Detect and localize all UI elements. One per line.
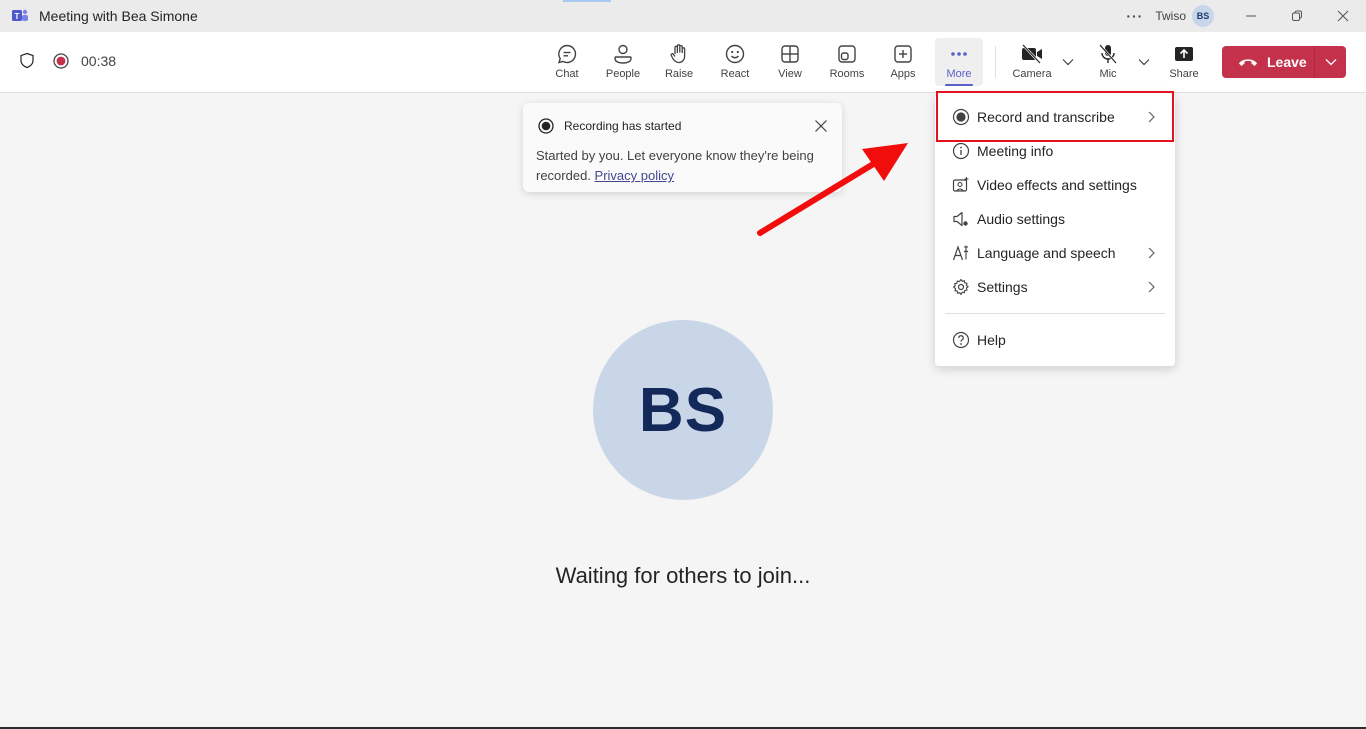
menu-item-label: Audio settings xyxy=(977,211,1065,227)
menu-item-label: Video effects and settings xyxy=(977,177,1137,193)
language-icon xyxy=(952,245,969,261)
minimize-icon xyxy=(1246,15,1256,17)
ellipsis-icon xyxy=(951,52,967,56)
chat-icon xyxy=(557,44,577,64)
smiley-icon xyxy=(725,44,745,64)
close-icon xyxy=(815,120,827,132)
chevron-down-icon xyxy=(1062,59,1074,66)
rooms-label: Rooms xyxy=(829,68,865,80)
apps-label: Apps xyxy=(890,68,916,80)
share-label: Share xyxy=(1169,68,1199,80)
recording-indicator-icon xyxy=(53,52,69,69)
leave-button-group: Leave xyxy=(1222,46,1346,78)
mic-off-icon xyxy=(1099,44,1117,64)
react-button[interactable]: React xyxy=(709,38,761,86)
apps-button[interactable]: Apps xyxy=(877,38,929,86)
chevron-right-icon xyxy=(1148,247,1155,259)
menu-item-language-and-speech[interactable]: Language and speech xyxy=(935,236,1175,270)
react-label: React xyxy=(720,68,750,80)
title-bar: T Meeting with Bea Simone ··· Twiso BS xyxy=(0,0,1366,32)
menu-item-label: Language and speech xyxy=(977,245,1116,261)
leave-button[interactable]: Leave xyxy=(1222,46,1314,78)
profile-avatar[interactable]: BS xyxy=(1192,5,1214,27)
more-options-icon[interactable]: ··· xyxy=(1126,8,1143,24)
profile-initials: BS xyxy=(1196,11,1210,21)
people-icon xyxy=(614,44,632,64)
menu-item-label: Settings xyxy=(977,279,1028,295)
waiting-status: Waiting for others to join... xyxy=(555,563,811,588)
people-button[interactable]: People xyxy=(597,38,649,86)
menu-item-label: Help xyxy=(977,332,1006,348)
privacy-policy-link[interactable]: Privacy policy xyxy=(595,168,674,183)
notification-title: Recording has started xyxy=(564,119,682,133)
leave-options-button[interactable] xyxy=(1315,46,1346,78)
org-name[interactable]: Twiso xyxy=(1155,9,1186,23)
raise-label: Raise xyxy=(664,68,694,80)
view-button[interactable]: View xyxy=(764,38,816,86)
rooms-icon xyxy=(838,45,856,63)
grid-icon xyxy=(781,45,799,63)
more-button[interactable]: More xyxy=(935,38,983,86)
camera-label: Camera xyxy=(1012,68,1052,80)
svg-text:T: T xyxy=(15,12,20,21)
restore-button[interactable] xyxy=(1274,0,1320,32)
mic-button[interactable]: Mic xyxy=(1082,38,1134,86)
annotation-highlight-box xyxy=(936,91,1174,142)
notification-close-button[interactable] xyxy=(813,118,829,134)
chevron-down-icon xyxy=(1138,59,1150,66)
toolbar-divider xyxy=(995,46,996,78)
close-icon xyxy=(1337,10,1349,22)
shield-icon[interactable] xyxy=(19,52,35,69)
rooms-button[interactable]: Rooms xyxy=(821,38,873,86)
camera-off-icon xyxy=(1022,44,1042,64)
tab-indicator xyxy=(563,0,611,2)
share-icon xyxy=(1175,47,1193,61)
chevron-down-icon xyxy=(1325,59,1336,66)
participant-initials: BS xyxy=(638,375,728,445)
camera-options-button[interactable] xyxy=(1060,54,1076,70)
record-icon xyxy=(538,118,554,134)
plus-box-icon xyxy=(894,45,912,63)
hang-up-icon xyxy=(1239,59,1257,66)
menu-item-audio-settings[interactable]: Audio settings xyxy=(935,202,1175,236)
view-label: View xyxy=(778,68,802,80)
gear-icon xyxy=(952,278,969,296)
menu-item-settings[interactable]: Settings xyxy=(935,270,1175,304)
share-button[interactable]: Share xyxy=(1158,38,1210,86)
more-label: More xyxy=(946,68,972,80)
menu-item-label: Meeting info xyxy=(977,143,1054,159)
annotation-arrow-icon xyxy=(757,143,908,236)
teams-logo-icon: T xyxy=(11,8,29,24)
meeting-timer: 00:38 xyxy=(81,52,117,69)
mic-label: Mic xyxy=(1099,68,1117,80)
restore-icon xyxy=(1292,10,1302,21)
menu-divider xyxy=(945,313,1165,314)
hand-icon xyxy=(670,44,686,64)
window-title: Meeting with Bea Simone xyxy=(39,8,198,24)
meeting-toolbar: 00:38 Chat People Raise React View Rooms… xyxy=(0,32,1366,93)
people-label: People xyxy=(605,68,641,80)
leave-label: Leave xyxy=(1267,54,1307,70)
info-icon xyxy=(952,142,970,160)
help-icon xyxy=(952,331,970,349)
camera-button[interactable]: Camera xyxy=(1006,38,1058,86)
menu-item-help[interactable]: Help xyxy=(935,323,1175,357)
mic-options-button[interactable] xyxy=(1136,54,1152,70)
audio-settings-icon xyxy=(953,211,968,227)
chat-label: Chat xyxy=(555,68,579,80)
video-effects-icon xyxy=(952,177,969,192)
menu-item-video-effects[interactable]: Video effects and settings xyxy=(935,168,1175,202)
close-button[interactable] xyxy=(1320,0,1366,32)
raise-hand-button[interactable]: Raise xyxy=(653,38,705,86)
chevron-right-icon xyxy=(1148,281,1155,293)
participant-avatar: BS xyxy=(593,320,773,500)
chat-button[interactable]: Chat xyxy=(541,38,593,86)
minimize-button[interactable] xyxy=(1228,0,1274,32)
